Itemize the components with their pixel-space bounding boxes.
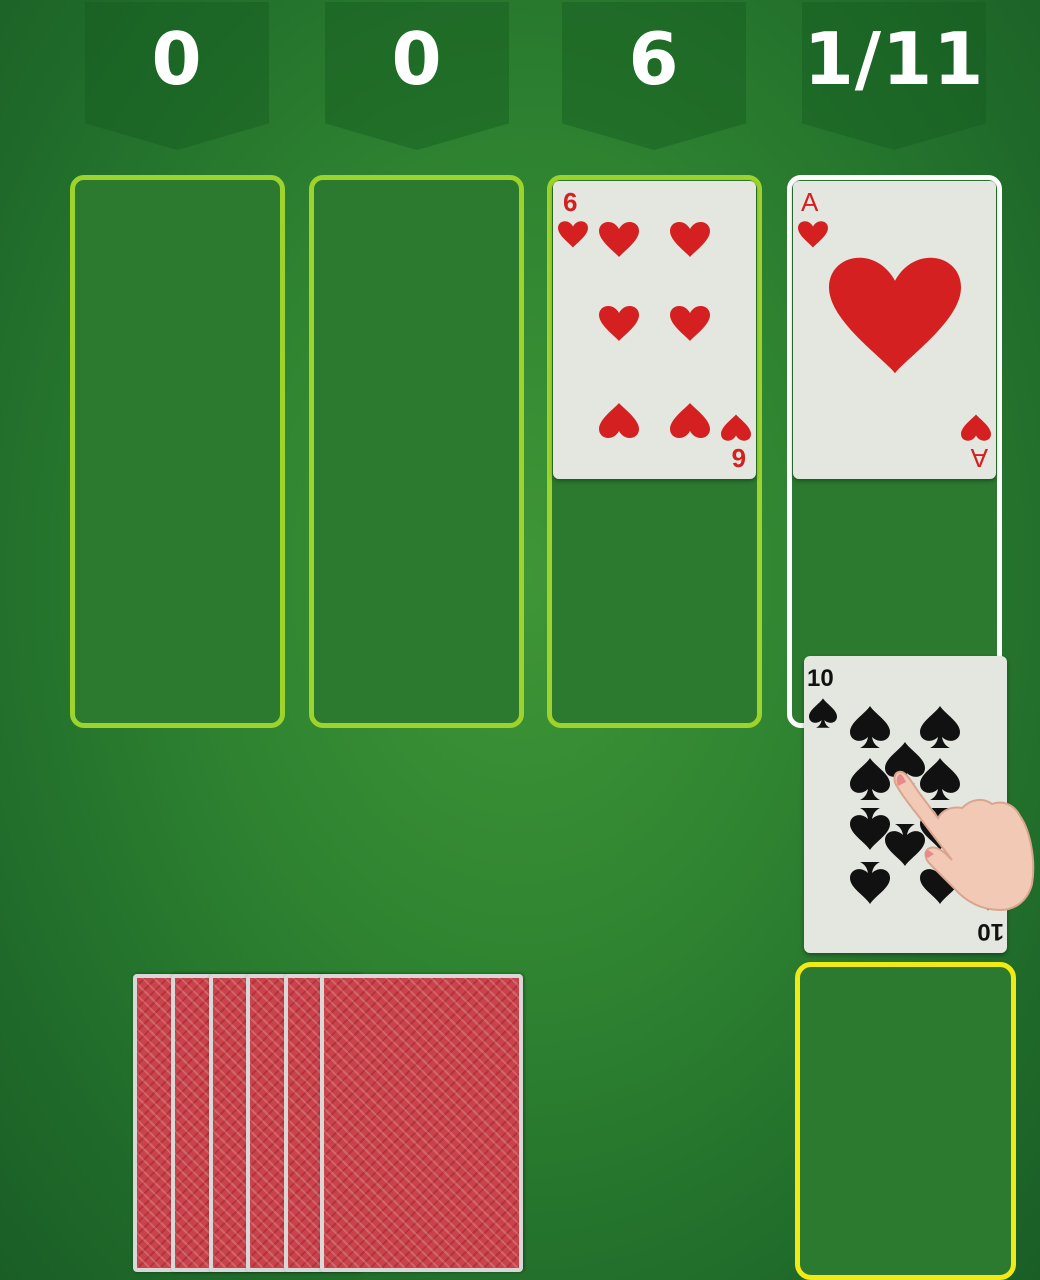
ace-of-hearts-face: A A bbox=[798, 187, 991, 473]
heart-icon bbox=[798, 221, 828, 248]
heart-icon bbox=[829, 257, 961, 374]
stock-card-top[interactable] bbox=[320, 974, 523, 1272]
heart-icon bbox=[670, 306, 710, 341]
heart-icon bbox=[599, 222, 639, 257]
card-ace-of-hearts[interactable]: A A bbox=[793, 181, 996, 479]
tutorial-hand-icon bbox=[893, 770, 1035, 912]
column-slot-2[interactable] bbox=[309, 175, 524, 728]
card-rank-bottom: 10 bbox=[977, 918, 1004, 945]
card-rank-bottom: 6 bbox=[732, 443, 746, 473]
score-tab-3: 6 bbox=[562, 2, 746, 150]
heart-icon bbox=[599, 306, 639, 341]
column-slot-1[interactable] bbox=[70, 175, 285, 728]
waste-slot[interactable] bbox=[795, 962, 1016, 1280]
card-rank-top: 10 bbox=[807, 665, 834, 692]
score-value-1: 0 bbox=[151, 17, 203, 101]
score-tab-1: 0 bbox=[85, 2, 269, 150]
six-of-hearts-face: 6 6 bbox=[558, 187, 751, 473]
heart-icon bbox=[961, 414, 991, 441]
spade-icon bbox=[809, 698, 837, 728]
heart-icon bbox=[558, 221, 588, 248]
score-value-2: 0 bbox=[391, 17, 443, 101]
card-rank-top: 6 bbox=[563, 187, 577, 217]
heart-icon bbox=[599, 403, 639, 438]
spade-icon bbox=[850, 706, 890, 748]
card-six-of-hearts[interactable]: 6 6 bbox=[553, 181, 756, 479]
score-value-3: 6 bbox=[628, 17, 680, 101]
score-tab-4: 1/11 bbox=[802, 2, 986, 150]
heart-icon bbox=[721, 414, 751, 441]
spade-icon bbox=[920, 706, 960, 748]
score-value-4: 1/11 bbox=[803, 17, 985, 101]
score-tab-2: 0 bbox=[325, 2, 509, 150]
heart-icon bbox=[670, 403, 710, 438]
card-rank-bottom: A bbox=[970, 443, 988, 473]
card-rank-top: A bbox=[801, 187, 819, 217]
heart-icon bbox=[670, 222, 710, 257]
